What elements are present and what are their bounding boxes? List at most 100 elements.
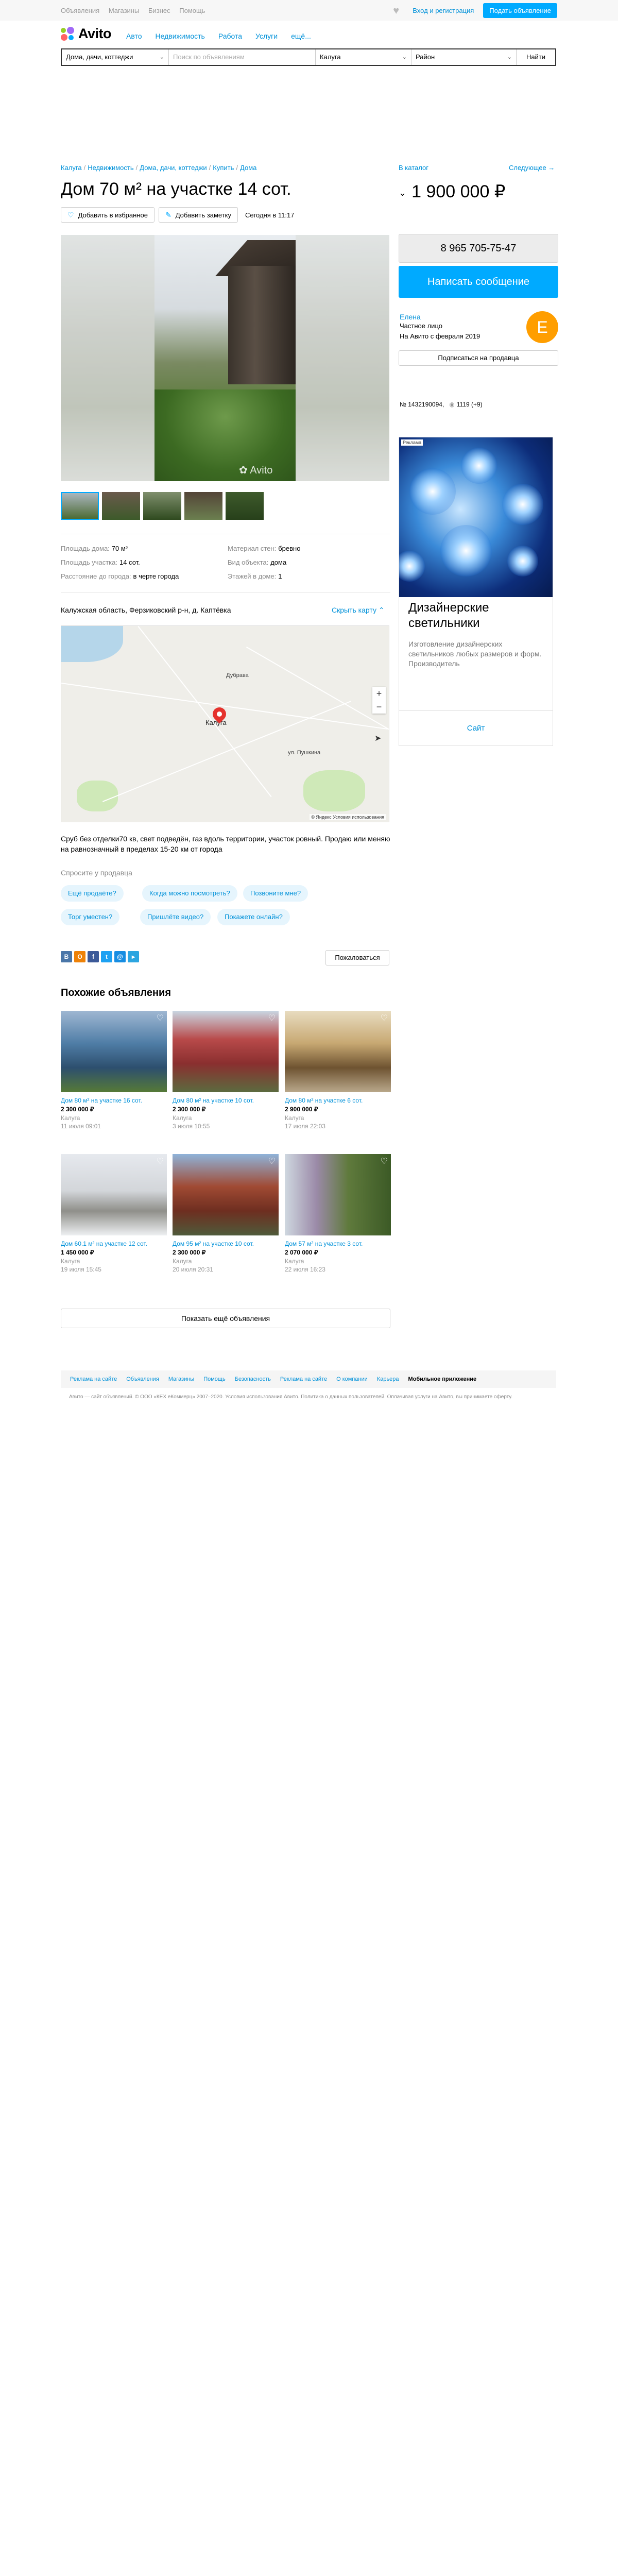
- post-ad-button[interactable]: Подать объявление: [483, 3, 557, 18]
- card-title[interactable]: Дом 57 м² на участке 3 сот.: [285, 1240, 391, 1248]
- next-ad-link[interactable]: Следующее →: [509, 164, 555, 172]
- breadcrumb-item[interactable]: Дома, дачи, коттеджи: [140, 164, 207, 172]
- show-phone-button[interactable]: 8 965 705-75-47: [399, 234, 558, 263]
- similar-card[interactable]: ♡ Дом 80 м² на участке 6 сот. 2 900 000 …: [285, 1011, 391, 1130]
- footer-link[interactable]: Реклама на сайте: [70, 1376, 117, 1382]
- subscribe-seller-button[interactable]: Подписаться на продавца: [399, 350, 558, 366]
- param-row: Этажей в доме: 1: [228, 572, 282, 580]
- footer-link[interactable]: Безопасность: [235, 1376, 271, 1382]
- card-title[interactable]: Дом 60.1 м² на участке 12 сот.: [61, 1240, 167, 1248]
- similar-card[interactable]: ♡ Дом 80 м² на участке 10 сот. 2 300 000…: [173, 1011, 279, 1130]
- hide-map-link[interactable]: Скрыть карту ⌃: [332, 606, 385, 615]
- top-nav-business[interactable]: Бизнес: [148, 7, 170, 14]
- ok-icon[interactable]: О: [74, 951, 85, 962]
- card-date: 11 июля 09:01: [61, 1123, 101, 1130]
- category-realty[interactable]: Недвижимость: [156, 32, 205, 40]
- card-price: 2 300 000 ₽: [173, 1106, 206, 1113]
- write-message-button[interactable]: Написать сообщение: [399, 266, 558, 298]
- price: ⌄ 1 900 000 ₽: [399, 181, 505, 202]
- facebook-icon[interactable]: f: [88, 951, 99, 962]
- thumbnail[interactable]: [102, 492, 140, 520]
- category-auto[interactable]: Авто: [126, 32, 142, 40]
- mail-icon[interactable]: @: [114, 951, 126, 962]
- heart-icon[interactable]: ♡: [268, 1013, 276, 1023]
- heart-icon[interactable]: ♡: [381, 1013, 388, 1023]
- card-image: ♡: [285, 1011, 391, 1092]
- twitter-icon[interactable]: t: [101, 951, 112, 962]
- similar-card[interactable]: ♡ Дом 57 м² на участке 3 сот. 2 070 000 …: [285, 1154, 391, 1273]
- breadcrumb-item[interactable]: Недвижимость: [88, 164, 133, 172]
- footer-link[interactable]: Карьера: [377, 1376, 399, 1382]
- photo-house: [228, 266, 296, 384]
- map-footer: © Яндекс Условия использования: [310, 814, 386, 820]
- card-city: Калуга: [61, 1258, 80, 1265]
- thumbnail[interactable]: [226, 492, 264, 520]
- top-nav-help[interactable]: Помощь: [179, 7, 205, 14]
- gallery-blur-right: [296, 235, 389, 481]
- seller-name[interactable]: Елена: [400, 313, 421, 321]
- question-chip[interactable]: Позвоните мне?: [243, 885, 308, 902]
- breadcrumb-item[interactable]: Калуга: [61, 164, 82, 172]
- card-title[interactable]: Дом 80 м² на участке 16 сот.: [61, 1096, 167, 1105]
- district-select[interactable]: Район ⌄: [411, 49, 517, 65]
- question-chip[interactable]: Пришлёте видео?: [140, 909, 211, 925]
- question-chip[interactable]: Ещё продаёте?: [61, 885, 124, 902]
- heart-icon[interactable]: ♡: [381, 1156, 388, 1166]
- question-chip[interactable]: Когда можно посмотреть?: [142, 885, 237, 902]
- banner-site-button[interactable]: Сайт: [399, 710, 553, 746]
- question-chip[interactable]: Торг уместен?: [61, 909, 120, 925]
- heart-icon[interactable]: ♡: [157, 1156, 164, 1166]
- find-button[interactable]: Найти: [517, 49, 555, 65]
- similar-card[interactable]: ♡ Дом 95 м² на участке 10 сот. 2 300 000…: [173, 1154, 279, 1273]
- city-select[interactable]: Калуга ⌄: [316, 49, 411, 65]
- footer-link[interactable]: Реклама на сайте: [280, 1376, 327, 1382]
- similar-card[interactable]: ♡ Дом 60.1 м² на участке 12 сот. 1 450 0…: [61, 1154, 167, 1273]
- show-more-button[interactable]: Показать ещё объявления: [61, 1309, 390, 1328]
- login-link[interactable]: Вход и регистрация: [413, 7, 474, 14]
- vk-icon[interactable]: В: [61, 951, 72, 962]
- card-title[interactable]: Дом 80 м² на участке 10 сот.: [173, 1096, 279, 1105]
- breadcrumb-item[interactable]: Дома: [240, 164, 256, 172]
- card-title[interactable]: Дом 80 м² на участке 6 сот.: [285, 1096, 391, 1105]
- footer-link[interactable]: Помощь: [203, 1376, 226, 1382]
- breadcrumb-item[interactable]: Купить: [213, 164, 234, 172]
- thumbnail[interactable]: [184, 492, 222, 520]
- avito-logo[interactable]: Avito: [61, 26, 112, 42]
- search-input[interactable]: Поиск по объявлениям: [169, 49, 316, 65]
- category-more[interactable]: ещё...: [291, 32, 311, 40]
- footer-link[interactable]: О компании: [336, 1376, 368, 1382]
- photo-grass: [154, 389, 296, 481]
- add-favorite-button[interactable]: ♡ Добавить в избранное: [61, 207, 154, 223]
- footer-link[interactable]: Магазины: [168, 1376, 194, 1382]
- category-jobs[interactable]: Работа: [218, 32, 242, 40]
- favorites-heart-icon[interactable]: ♥: [393, 5, 404, 16]
- footer-link[interactable]: Мобильное приложение: [408, 1376, 477, 1382]
- ad-meta: № 1432190094, ◉ 1119 (+9): [400, 401, 483, 408]
- complain-button[interactable]: Пожаловаться: [325, 950, 389, 965]
- map-locate-icon[interactable]: ➤: [374, 733, 381, 743]
- top-nav-ads[interactable]: Объявления: [61, 7, 99, 14]
- telegram-icon[interactable]: ▸: [128, 951, 139, 962]
- heart-icon[interactable]: ♡: [268, 1156, 276, 1166]
- map[interactable]: Калуга Дубрава ул. Пушкина + − ➤ © Яндек…: [61, 625, 389, 822]
- map-road: [246, 647, 389, 730]
- chevron-down-icon[interactable]: ⌄: [399, 188, 406, 198]
- category-select[interactable]: Дома, дачи, коттеджи ⌄: [62, 49, 169, 65]
- question-chip[interactable]: Покажете онлайн?: [217, 909, 290, 925]
- heart-icon[interactable]: ♡: [157, 1013, 164, 1023]
- thumbnail[interactable]: [61, 492, 99, 520]
- seller-since: На Авито с февраля 2019: [400, 332, 480, 340]
- photo-gallery[interactable]: ✿ Avito: [61, 235, 389, 481]
- zoom-in-icon[interactable]: +: [372, 687, 386, 700]
- top-nav-shops[interactable]: Магазины: [109, 7, 140, 14]
- card-title[interactable]: Дом 95 м² на участке 10 сот.: [173, 1240, 279, 1248]
- ad-banner[interactable]: Реклама Дизайнерские светильники Изготов…: [399, 437, 553, 746]
- zoom-out-icon[interactable]: −: [372, 700, 386, 714]
- add-note-button[interactable]: ✎ Добавить заметку: [158, 207, 238, 223]
- catalog-link[interactable]: В каталог: [399, 164, 428, 172]
- thumbnail[interactable]: [143, 492, 181, 520]
- category-services[interactable]: Услуги: [255, 32, 278, 40]
- footer-link[interactable]: Объявления: [126, 1376, 159, 1382]
- avatar[interactable]: E: [526, 311, 558, 343]
- similar-card[interactable]: ♡ Дом 80 м² на участке 16 сот. 2 300 000…: [61, 1011, 167, 1130]
